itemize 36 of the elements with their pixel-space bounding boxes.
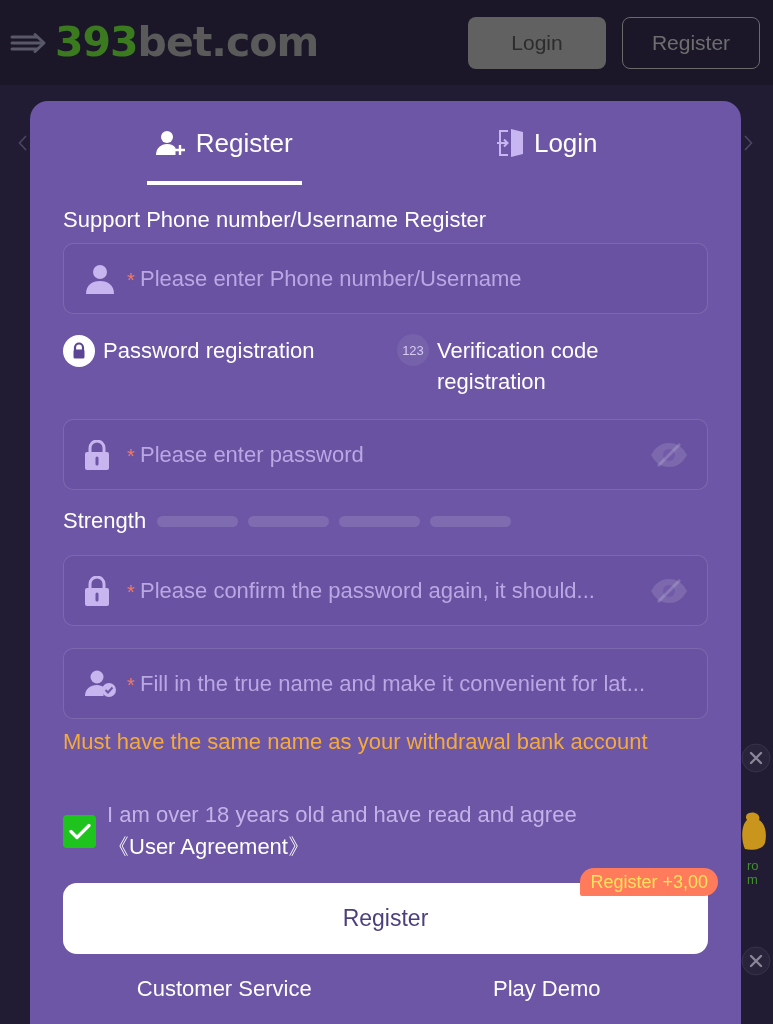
close-icon[interactable] bbox=[741, 946, 771, 976]
support-label: Support Phone number/Username Register bbox=[63, 207, 488, 233]
agreement-text: I am over 18 years old and have read and agree 《User Agreement》 bbox=[107, 801, 578, 861]
user-agreement-link[interactable]: 《User Agreement》 bbox=[107, 834, 310, 859]
money-bag-icon bbox=[741, 811, 767, 851]
chevron-left-icon[interactable] bbox=[18, 135, 27, 151]
user-check-icon bbox=[85, 669, 117, 698]
user-icon bbox=[85, 263, 115, 294]
required-mark: * bbox=[127, 581, 135, 602]
user-plus-icon bbox=[155, 130, 186, 156]
tile-label: ro m bbox=[746, 859, 759, 887]
footer-link[interactable]: Play Demo bbox=[492, 974, 601, 1004]
eye-off-icon[interactable] bbox=[650, 441, 688, 468]
close-icon[interactable] bbox=[741, 743, 771, 773]
agree-checkbox[interactable] bbox=[63, 814, 96, 848]
login-icon bbox=[495, 128, 524, 158]
chevron-right-icon[interactable] bbox=[744, 135, 753, 151]
registration-method-option[interactable]: Password registration bbox=[63, 335, 397, 367]
check-icon bbox=[68, 822, 91, 840]
footer-link[interactable]: Customer Service bbox=[136, 974, 312, 1004]
registration-method-option[interactable]: 123 Verification code registration bbox=[397, 335, 637, 397]
code-badge: 123 bbox=[397, 334, 429, 366]
required-mark: * bbox=[127, 674, 135, 695]
logo[interactable]: 393bet.com bbox=[55, 22, 319, 63]
lock-icon bbox=[85, 439, 109, 470]
register-button[interactable]: Register bbox=[622, 16, 760, 69]
bonus-badge: Register +3,00 bbox=[580, 868, 718, 896]
required-mark: * bbox=[127, 445, 135, 466]
menu-icon[interactable] bbox=[10, 31, 47, 54]
strength-label: Strength bbox=[63, 508, 147, 534]
tab[interactable]: Register bbox=[146, 101, 302, 185]
name-hint: Must have the same name as your withdrawal bank account bbox=[63, 729, 649, 755]
tab[interactable]: Login bbox=[469, 101, 625, 185]
required-mark: * bbox=[127, 269, 135, 290]
eye-off-icon[interactable] bbox=[650, 577, 688, 604]
lock-icon bbox=[85, 575, 109, 606]
